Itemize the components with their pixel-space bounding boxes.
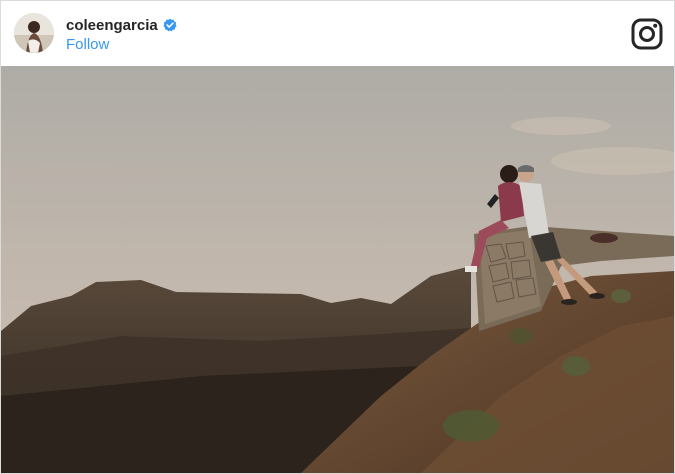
avatar[interactable]: [14, 13, 54, 53]
username-row: coleengarcia: [66, 16, 177, 34]
username[interactable]: coleengarcia: [66, 17, 158, 34]
instagram-logo-icon[interactable]: [631, 18, 663, 50]
post-header: coleengarcia Follow: [1, 1, 674, 65]
avatar-image: [14, 13, 54, 53]
post-photo[interactable]: [1, 66, 674, 473]
instagram-embed: coleengarcia Follow: [0, 0, 675, 474]
follow-button[interactable]: Follow: [66, 36, 109, 53]
landscape-photo: [1, 66, 674, 473]
verified-badge-icon: [163, 18, 177, 32]
